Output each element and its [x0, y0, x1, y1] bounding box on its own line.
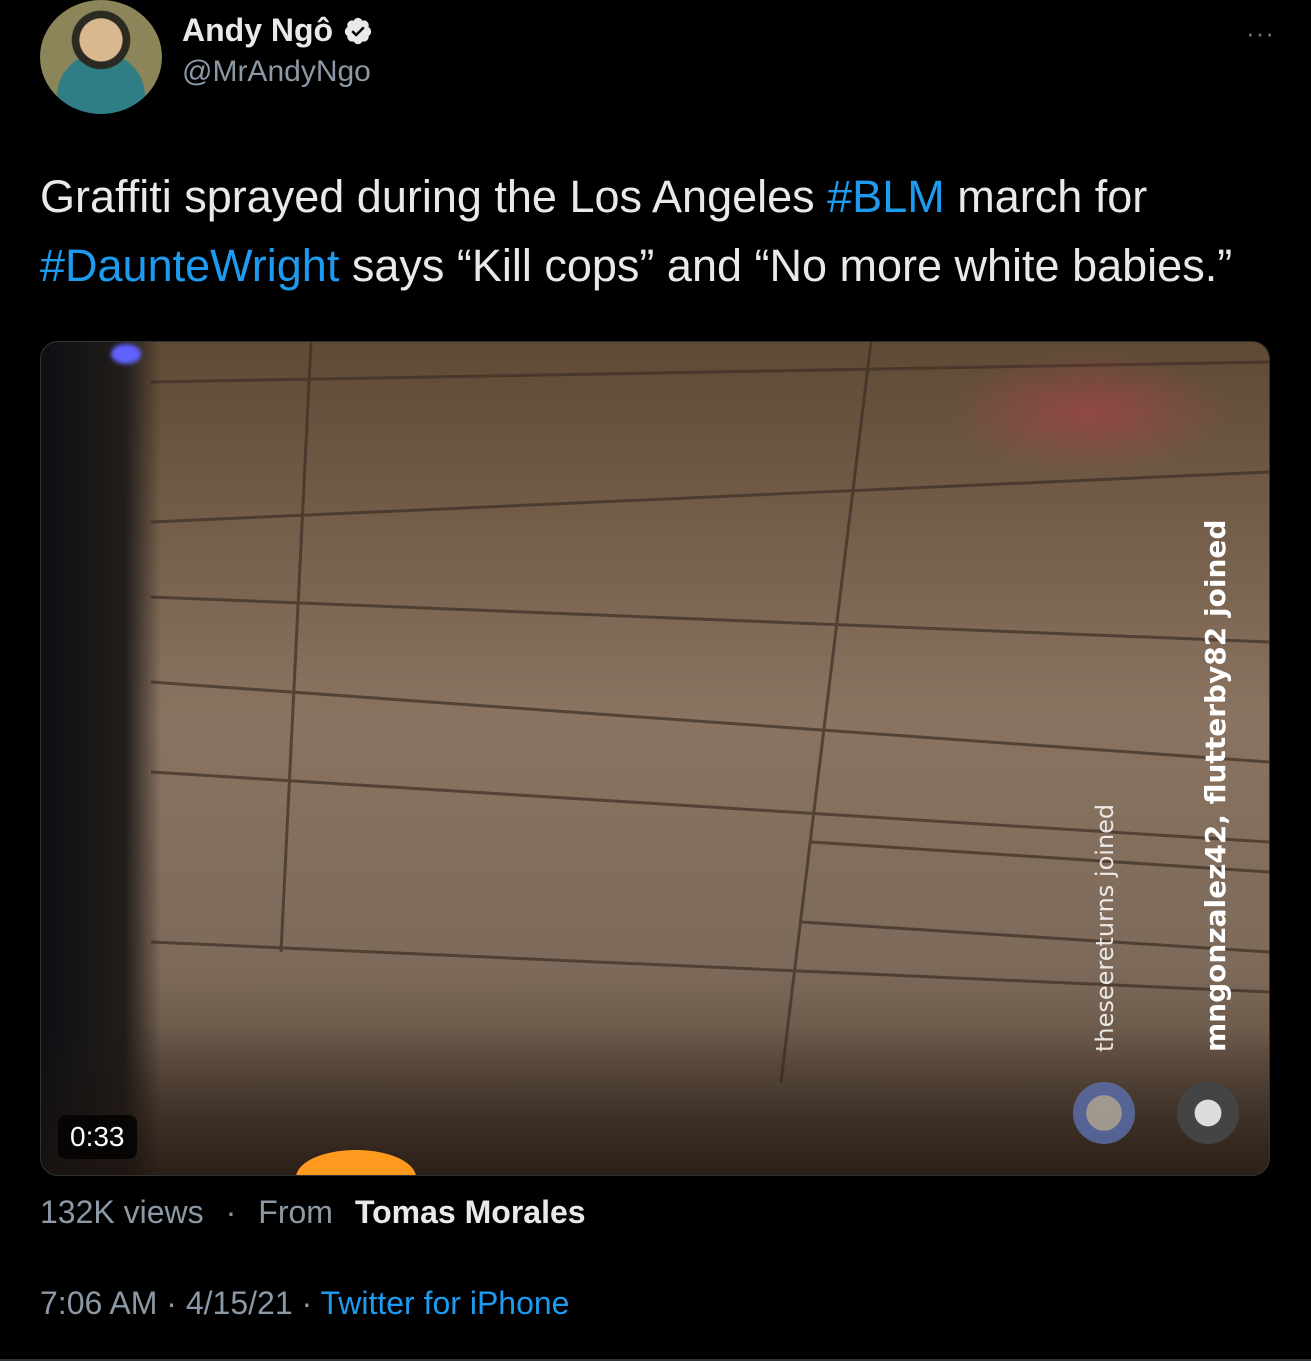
red-graffiti-blob [949, 352, 1229, 472]
separator-dot: · [157, 1285, 186, 1321]
joined-avatar [1073, 1082, 1135, 1144]
video-player[interactable]: theseereturns joined mngonzalez42, flutt… [40, 341, 1270, 1176]
tweet-meta: 7:06 AM · 4/15/21 · Twitter for iPhone [40, 1285, 569, 1322]
blue-light [111, 344, 141, 364]
hashtag-dauntewright[interactable]: #DaunteWright [40, 240, 339, 291]
tweet-text-part: march for [944, 171, 1148, 222]
tweet-date[interactable]: 4/15/21 [186, 1285, 293, 1321]
video-stats: 132K views · From Tomas Morales [40, 1194, 586, 1231]
tweet-time[interactable]: 7:06 AM [40, 1285, 157, 1321]
author-handle[interactable]: @MrAndyNgo [182, 55, 371, 89]
view-count: 132K views [40, 1194, 204, 1230]
from-label: From [258, 1194, 333, 1230]
live-joined-text: theseereturns joined [1091, 803, 1119, 1052]
tweet-source-link[interactable]: Twitter for iPhone [320, 1285, 569, 1321]
avatar[interactable] [40, 0, 162, 114]
live-joined-text: mngonzalez42, flutterby82 joined [1199, 519, 1232, 1052]
separator-dot: · [225, 1194, 237, 1230]
tweet-text-part: says “Kill cops” and “No more white babi… [339, 240, 1233, 291]
author-name[interactable]: Andy Ngô [182, 12, 333, 49]
author-name-row: Andy Ngô [182, 12, 373, 49]
hashtag-blm[interactable]: #BLM [827, 171, 945, 222]
tweet-header: Andy Ngô @MrAndyNgo ··· [40, 0, 1274, 120]
tweet-text: Graffiti sprayed during the Los Angeles … [40, 162, 1280, 300]
verified-badge-icon [344, 17, 372, 44]
more-options-icon[interactable]: ··· [1246, 18, 1275, 49]
video-duration: 0:33 [58, 1115, 137, 1159]
separator-dot: · [292, 1285, 321, 1321]
joined-avatar [1177, 1082, 1239, 1144]
tweet-text-part: Graffiti sprayed during the Los Angeles [40, 171, 828, 222]
from-user-link[interactable]: Tomas Morales [355, 1194, 586, 1231]
